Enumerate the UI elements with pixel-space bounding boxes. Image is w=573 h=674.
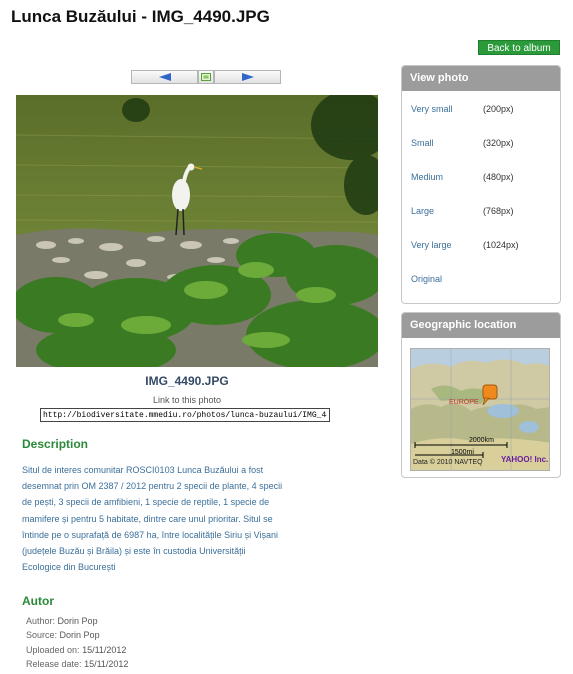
description-line: desemnat prin OM 2387 / 2012 pentru 2 sp… xyxy=(22,481,283,492)
view-photo-heading: View photo xyxy=(402,66,560,91)
geographic-location-panel: Geographic location EUROPE 2000km 1500mi… xyxy=(401,312,561,478)
size-name: Small xyxy=(411,138,434,148)
main-photo[interactable] xyxy=(16,95,378,367)
arrow-left-icon xyxy=(158,73,171,81)
description-heading: Description xyxy=(22,437,89,451)
photo-link-field[interactable] xyxy=(40,408,330,422)
thumbnails-button[interactable] xyxy=(198,70,214,84)
geographic-location-heading: Geographic location xyxy=(402,313,560,338)
description-line: întinde pe o suprafață de 6987 ha, între… xyxy=(22,529,278,540)
size-pixels: (768px) xyxy=(483,206,514,216)
meta-key: Uploaded on: xyxy=(26,644,80,655)
meta-key: Source: xyxy=(26,630,58,641)
description-text: Situl de interes comunitar ROSCI0103 Lun… xyxy=(22,462,297,575)
size-name: Very large xyxy=(411,240,452,250)
description-line: Situl de interes comunitar ROSCI0103 Lun… xyxy=(22,465,264,475)
next-photo-button[interactable] xyxy=(214,70,281,84)
arrow-right-icon xyxy=(241,73,254,81)
page-title: Lunca Buzăului - IMG_4490.JPG xyxy=(11,7,270,26)
description-line: de pești, 3 specii de amfibieni, 1 speci… xyxy=(22,497,270,508)
thumbnails-icon xyxy=(201,73,211,81)
photo-filename: IMG_4490.JPG xyxy=(145,374,229,388)
size-name: Medium xyxy=(411,172,444,182)
size-very-small-link[interactable]: Very small (200px) xyxy=(411,104,514,114)
release-row: Release date: 15/11/2012 xyxy=(26,657,128,671)
view-photo-panel: View photo Very small (200px) Small (320px… xyxy=(401,65,561,304)
yahoo-logo: YAHOO! Inc. xyxy=(501,455,549,464)
size-small-link[interactable]: Small (320px) xyxy=(411,138,514,148)
size-large-link[interactable]: Large (768px) xyxy=(411,206,514,216)
egret-photo-image xyxy=(16,95,378,367)
link-to-photo-label: Link to this photo xyxy=(152,395,222,405)
description-line: (județele Buzău și Brăila) și este în cu… xyxy=(22,546,200,557)
meta-value: Dorin Pop xyxy=(59,630,100,641)
size-medium-link[interactable]: Medium (480px) xyxy=(411,172,514,182)
meta-value: 15/11/2012 xyxy=(82,644,127,655)
description-line: mamifere și pentru 5 habitate, dintre ca… xyxy=(22,513,273,524)
size-name: Large xyxy=(411,206,435,216)
photo-navigation xyxy=(131,70,281,84)
size-pixels: (1024px) xyxy=(483,240,519,250)
map-image xyxy=(411,349,549,470)
autor-heading: Autor xyxy=(22,594,54,608)
map-credit: Data © 2010 NAVTEQ xyxy=(413,459,483,466)
photo-metadata: Author: Dorin Pop Source: Dorin Pop Uplo… xyxy=(26,614,128,671)
meta-value: 15/11/2012 xyxy=(84,658,129,669)
map-scale-mi: 1500mi xyxy=(451,449,474,456)
size-pixels: (320px) xyxy=(483,138,514,148)
map-scale-km: 2000km xyxy=(469,437,494,444)
size-name: Original xyxy=(411,274,443,284)
size-name: Very small xyxy=(411,104,453,114)
meta-value: Dorin Pop xyxy=(57,616,98,626)
size-very-large-link[interactable]: Very large (1024px) xyxy=(411,240,519,250)
size-pixels: (200px) xyxy=(483,104,514,114)
custodian-link-continued[interactable]: Ecologice din București xyxy=(22,562,116,572)
meta-key: Release date: xyxy=(26,658,82,669)
custodian-link[interactable]: Universității xyxy=(199,546,246,556)
size-original-link[interactable]: Original xyxy=(411,274,483,284)
meta-key: Author: xyxy=(26,616,56,626)
size-pixels: (480px) xyxy=(483,172,514,182)
map-region-label: EUROPE xyxy=(449,399,479,406)
previous-photo-button[interactable] xyxy=(131,70,198,84)
back-to-album-button[interactable]: Back to album xyxy=(478,40,560,55)
location-map[interactable]: EUROPE 2000km 1500mi Data © 2010 NAVTEQ … xyxy=(410,348,550,471)
source-row: Source: Dorin Pop xyxy=(26,628,128,642)
author-row: Author: Dorin Pop xyxy=(26,614,128,628)
uploaded-row: Uploaded on: 15/11/2012 xyxy=(26,643,128,657)
